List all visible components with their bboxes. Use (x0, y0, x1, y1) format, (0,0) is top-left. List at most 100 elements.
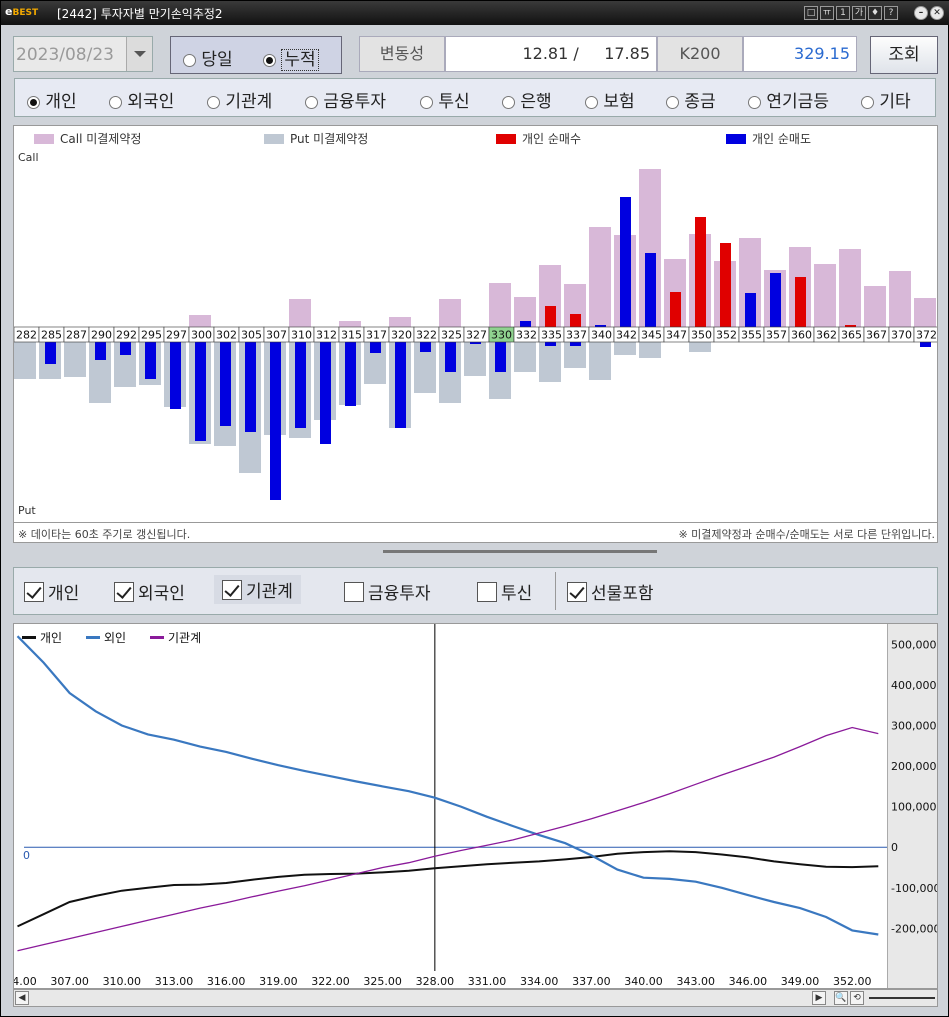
check-include-futures[interactable]: 선물포함 (567, 579, 654, 604)
x-tick-label: 349.00 (781, 975, 820, 988)
check-individual[interactable]: 개인 (24, 579, 79, 604)
call-oi-bar (389, 317, 411, 327)
put-oi-bar (614, 342, 636, 355)
strike-label: 340 (591, 329, 612, 342)
title-bar: eBEST [2442] 투자자별 만기손익추정2 □ ㅠ 1 가 ♦ ? – … (1, 1, 949, 25)
strike-label: 290 (91, 329, 112, 342)
call-oi-bar (289, 299, 311, 327)
y-tick-label: 0 (891, 841, 898, 854)
investor-radio-other[interactable]: 기타 (861, 87, 911, 112)
close-icon[interactable]: ✕ (930, 6, 944, 20)
net-buy-bar (670, 292, 681, 327)
window-help-button[interactable]: ? (884, 6, 898, 20)
expiry-pnl-line-chart: 개인 외인 기관계 0 500,000 400,000 300,000 200,000 1… (13, 623, 938, 989)
zero-label: 0 (23, 849, 30, 862)
investor-radio-pension[interactable]: 연기금등 (748, 87, 829, 112)
open-interest-bar-chart: Call 미결제약정 Put 미결제약정 개인 순매수 개인 순매도 Call … (13, 125, 938, 543)
scroll-right-button[interactable]: ▶ (812, 991, 826, 1005)
strike-label: 342 (616, 329, 637, 342)
net-sell-bar (545, 342, 556, 346)
horizontal-scrollbar[interactable]: ◀ ▶ 🔍 ⟲ (13, 989, 938, 1007)
reset-zoom-icon[interactable]: ⟲ (850, 991, 864, 1005)
strike-label: 325 (441, 329, 462, 342)
investor-radio-individual[interactable]: 개인 (27, 87, 77, 112)
zoom-icon[interactable]: 🔍 (834, 991, 848, 1005)
call-oi-bar (814, 264, 836, 327)
call-oi-bar (589, 227, 611, 327)
mode-daily-radio[interactable]: 당일 (183, 45, 233, 70)
refresh-note: ※ 데이타는 60초 주기로 갱신됩니다. (18, 528, 191, 541)
x-tick-label: 307.00 (50, 975, 89, 988)
investor-radio-trust[interactable]: 투신 (420, 87, 470, 112)
strike-label: 327 (466, 329, 487, 342)
strike-label: 302 (216, 329, 237, 342)
strike-label: 352 (716, 329, 737, 342)
x-tick-label: 304.00 (14, 975, 37, 988)
check-foreign[interactable]: 외국인 (114, 579, 185, 604)
line-chart-canvas: 0 500,000 400,000 300,000 200,000 100,000 0 -10… (14, 624, 937, 988)
date-select[interactable]: 2023/08/23 (13, 36, 153, 72)
strike-label: 337 (566, 329, 587, 342)
investor-radio-institution[interactable]: 기관계 (207, 87, 272, 112)
k200-value: 329.15 (743, 36, 857, 72)
strike-label: 320 (391, 329, 412, 342)
check-trust[interactable]: 투신 (477, 579, 532, 604)
strike-label: 307 (266, 329, 287, 342)
x-tick-label: 313.00 (155, 975, 194, 988)
investor-radio-insurance[interactable]: 보험 (585, 87, 635, 112)
x-tick-label: 334.00 (520, 975, 559, 988)
net-sell-bar (120, 342, 131, 355)
x-tick-label: 325.00 (363, 975, 402, 988)
strike-label: 335 (541, 329, 562, 342)
net-sell-bar (95, 342, 106, 360)
window-restore-button[interactable]: □ (804, 6, 818, 20)
strike-label: 347 (666, 329, 687, 342)
strike-label: 310 (291, 329, 312, 342)
x-tick-label: 328.00 (416, 975, 455, 988)
window-pin-button[interactable]: ㅠ (820, 6, 834, 20)
call-oi-bar (914, 298, 936, 327)
strike-label: 282 (16, 329, 37, 342)
net-sell-bar (45, 342, 56, 364)
strike-label: 360 (791, 329, 812, 342)
window-one-button[interactable]: 1 (836, 6, 850, 20)
net-buy-bar (720, 243, 731, 327)
window-link-button[interactable]: ♦ (868, 6, 882, 20)
net-sell-bar (745, 293, 756, 327)
strike-label: 350 (691, 329, 712, 342)
net-sell-bar (395, 342, 406, 428)
net-sell-bar (445, 342, 456, 372)
net-sell-bar (770, 273, 781, 327)
investor-radio-bank[interactable]: 은행 (502, 87, 552, 112)
net-buy-bar (545, 306, 556, 327)
put-oi-bar (14, 342, 36, 379)
net-buy-bar (570, 314, 581, 327)
investor-radio-merchant[interactable]: 종금 (666, 87, 716, 112)
investor-radio-foreign[interactable]: 외국인 (109, 87, 174, 112)
x-tick-label: 310.00 (103, 975, 142, 988)
mode-cumulative-radio[interactable]: 누적 (263, 45, 319, 71)
y-tick-label: 100,000 (891, 801, 937, 814)
strike-label: 330 (491, 329, 512, 342)
x-tick-label: 346.00 (729, 975, 768, 988)
strike-label: 297 (166, 329, 187, 342)
y-tick-label: -100,000 (891, 882, 937, 895)
investor-radio-financial[interactable]: 금융투자 (305, 87, 386, 112)
zoom-slider[interactable] (869, 997, 935, 999)
strike-label: 370 (891, 329, 912, 342)
put-oi-bar (64, 342, 86, 377)
panel-splitter[interactable] (383, 550, 657, 553)
window-font-button[interactable]: 가 (852, 6, 866, 20)
strike-label: 332 (516, 329, 537, 342)
check-financial[interactable]: 금융투자 (344, 579, 431, 604)
strike-label: 285 (41, 329, 62, 342)
query-button[interactable]: 조회 (870, 36, 938, 74)
chevron-down-icon[interactable] (126, 37, 152, 71)
strike-label: 345 (641, 329, 662, 342)
call-oi-bar (839, 249, 861, 327)
net-sell-bar (220, 342, 231, 426)
minimize-icon[interactable]: – (914, 6, 928, 20)
scroll-left-button[interactable]: ◀ (15, 991, 29, 1005)
mode-radio-group: 당일 누적 (170, 36, 342, 74)
check-institution[interactable]: 기관계 (214, 575, 301, 604)
